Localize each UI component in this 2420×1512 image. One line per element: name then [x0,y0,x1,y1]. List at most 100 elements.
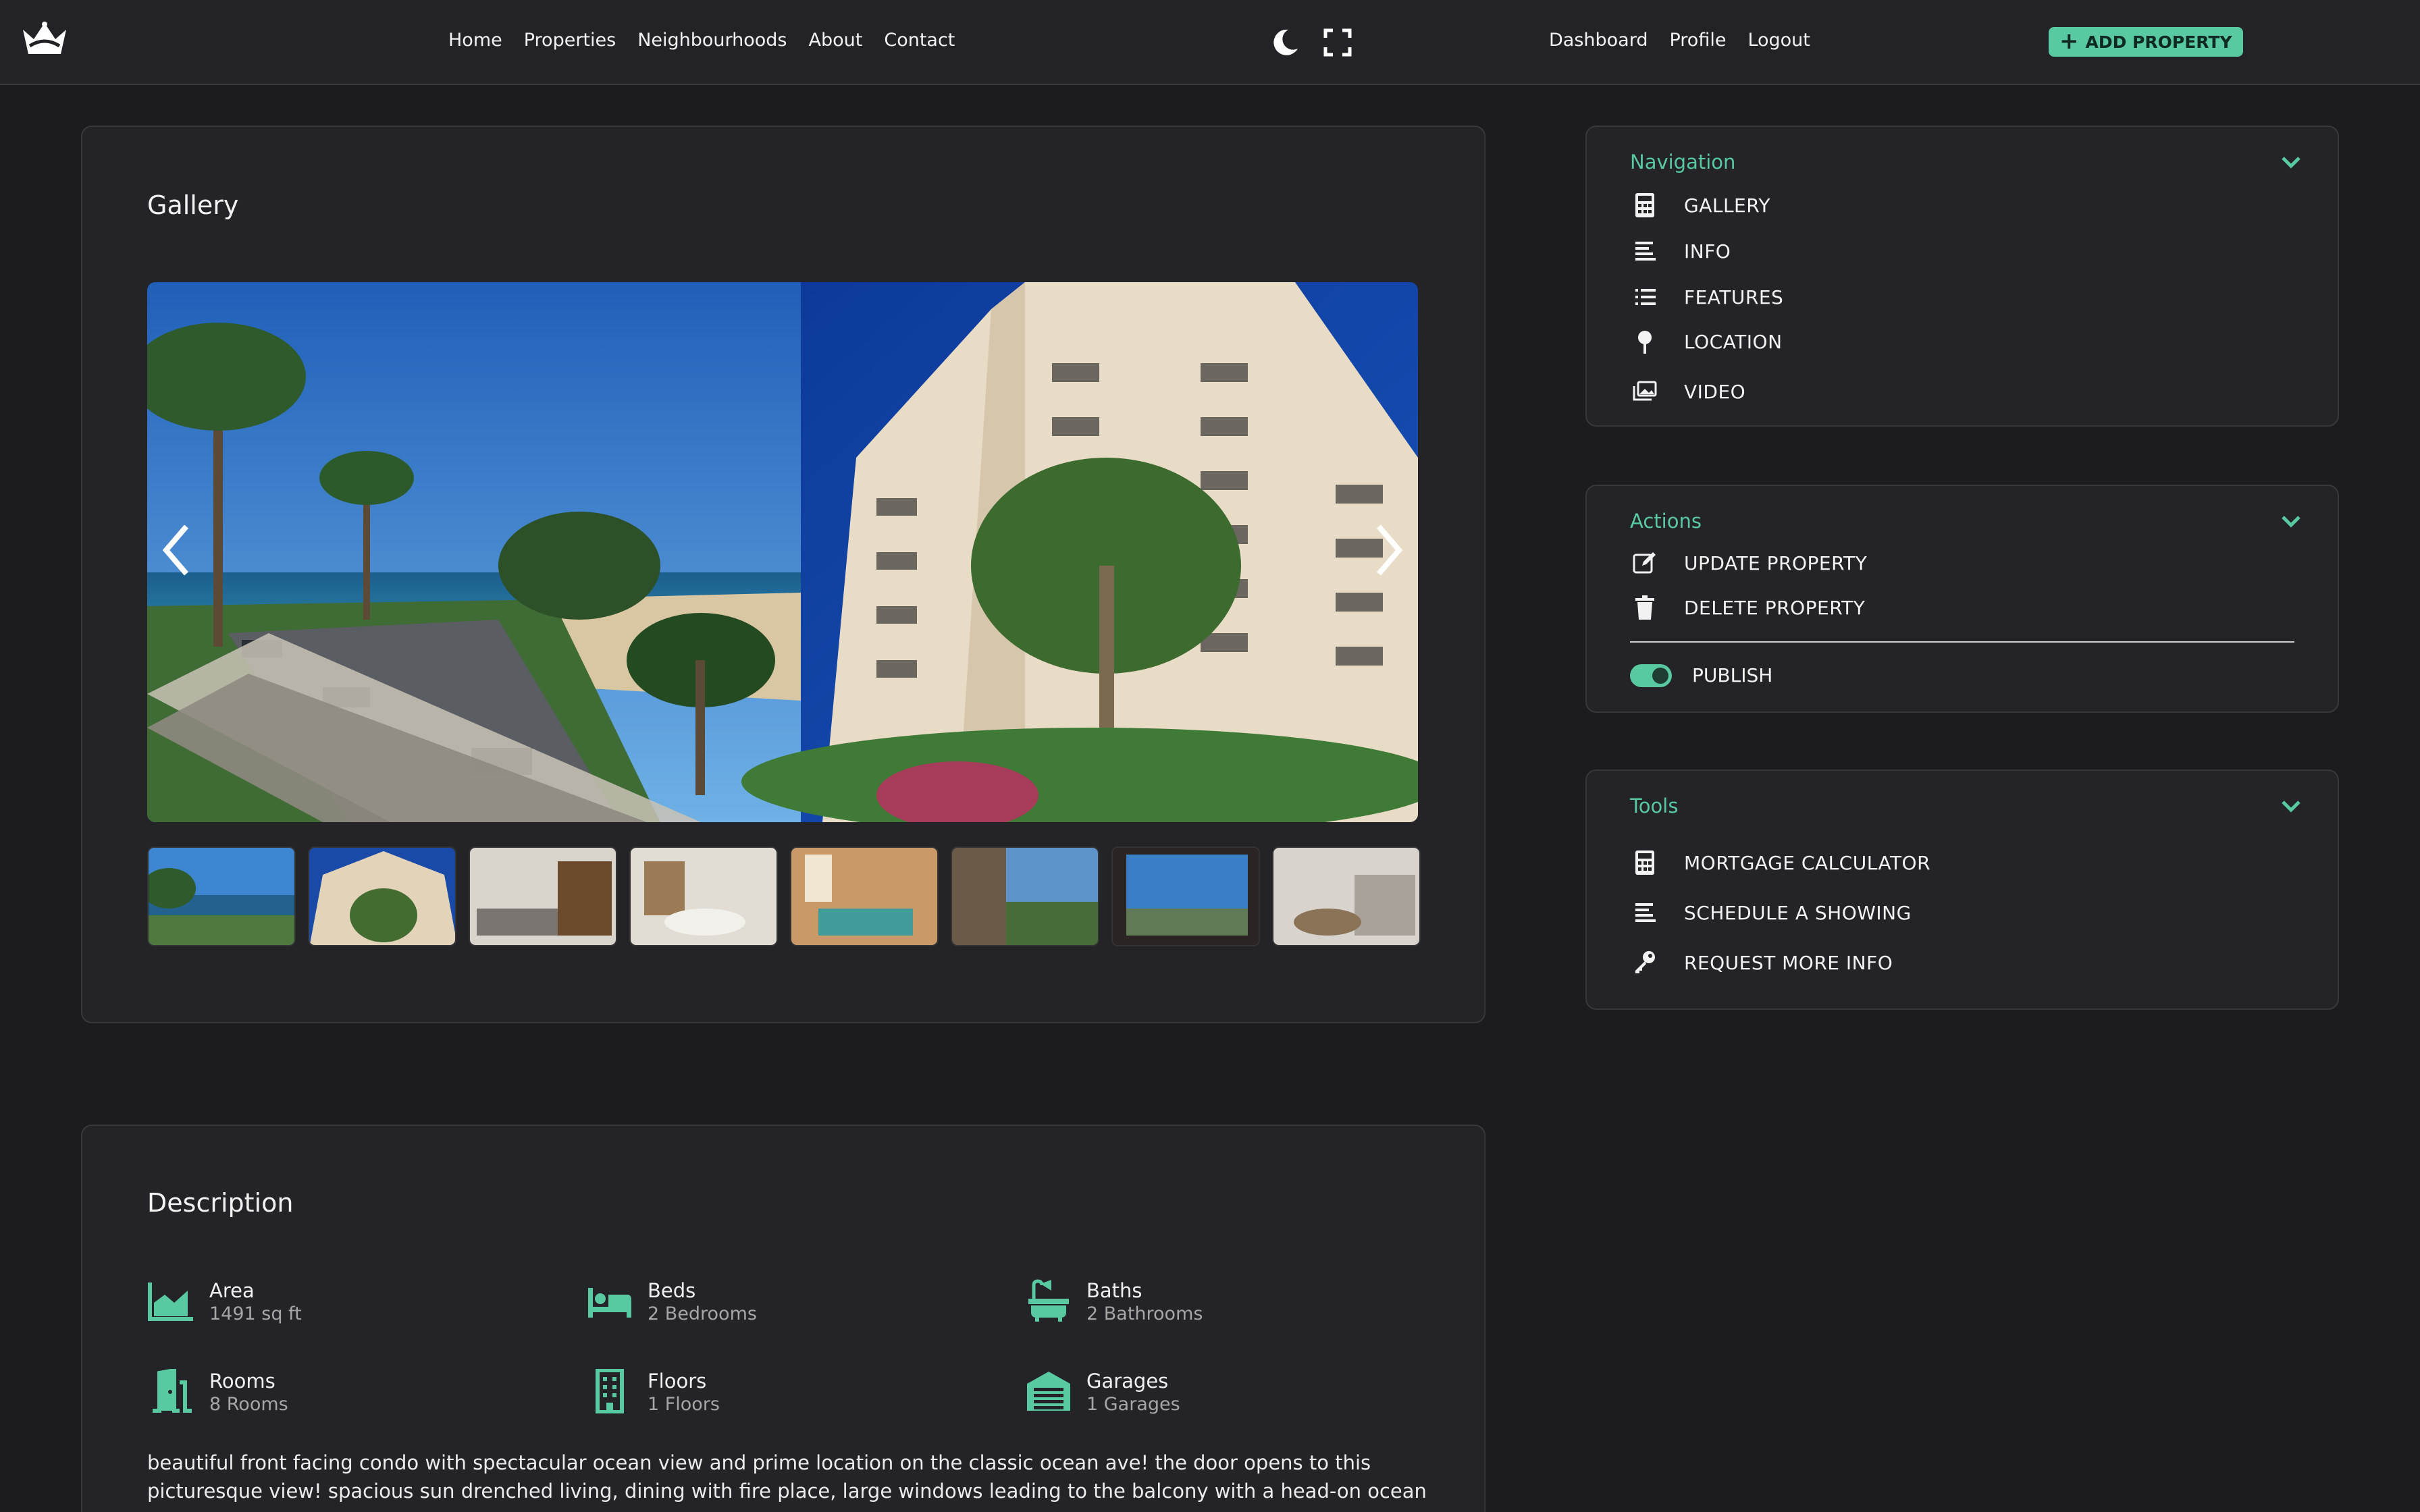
feature-rooms-name: Rooms [209,1370,275,1393]
nav-dashboard-link[interactable]: Dashboard [1549,30,1648,51]
feature-garages-name: Garages [1086,1370,1169,1393]
gallery-prev-arrow-icon[interactable] [157,520,197,580]
gallery-card: Gallery [81,126,1485,1023]
chevron-down-icon[interactable] [2281,514,2301,528]
update-property-label: UPDATE PROPERTY [1684,551,1868,574]
key-icon [1635,951,1655,973]
feature-baths-name: Baths [1086,1279,1142,1302]
actions-panel: Actions UPDATE PROPERTY DELETE PROPERTY … [1585,485,2339,713]
feature-rooms: Rooms 8 Rooms [147,1369,288,1416]
nav-neighbourhoods-link[interactable]: Neighbourhoods [637,30,787,51]
gallery-thumbnail[interactable] [1111,846,1260,946]
navigation-panel: Navigation GALLERY INFO FEATURES LOCATIO… [1585,126,2339,427]
delete-property-item[interactable]: DELETE PROPERTY [1630,593,1865,622]
chevron-down-icon[interactable] [2281,155,2301,169]
nav-home-link[interactable]: Home [448,30,502,51]
gallery-title: Gallery [147,190,239,220]
images-icon [1633,381,1657,401]
gallery-main-image[interactable] [147,282,1418,822]
request-info-item[interactable]: REQUEST MORE INFO [1630,948,1893,977]
nav-contact-link[interactable]: Contact [884,30,955,51]
building-icon [596,1369,624,1413]
mortgage-calculator-item[interactable]: MORTGAGE CALCULATOR [1630,848,1930,878]
add-property-button[interactable]: + ADD PROPERTY [2049,27,2243,57]
request-info-label: REQUEST MORE INFO [1684,951,1893,974]
feature-floors-name: Floors [648,1370,707,1393]
feature-area: Area 1491 sq ft [147,1278,302,1326]
gallery-thumbnail[interactable] [629,846,778,946]
top-navbar: Home Properties Neighbourhoods About Con… [0,0,2420,85]
navigation-panel-header[interactable]: Navigation [1630,148,2301,176]
gallery-thumbnails [147,846,1421,946]
feature-beds-name: Beds [648,1279,696,1302]
description-title: Description [147,1188,294,1218]
crown-icon[interactable] [20,19,69,59]
feature-beds: Beds 2 Bedrooms [585,1278,757,1326]
actions-divider [1630,641,2294,643]
list-icon [1635,289,1656,305]
nav-features-item[interactable]: FEATURES [1630,282,1783,312]
area-chart-icon [148,1282,193,1321]
actions-panel-header[interactable]: Actions [1630,508,2301,535]
feature-floors-value: 1 Floors [648,1394,720,1415]
nav-location-label: LOCATION [1684,330,1783,353]
nav-video-item[interactable]: VIDEO [1630,377,1745,406]
schedule-showing-label: SCHEDULE A SHOWING [1684,901,1912,924]
calculator-icon [1635,850,1654,875]
calculator-icon [1635,193,1654,217]
feature-baths-value: 2 Bathrooms [1086,1303,1203,1324]
garage-icon [1027,1372,1070,1411]
mortgage-calculator-label: MORTGAGE CALCULATOR [1684,851,1931,874]
nav-profile-link[interactable]: Profile [1669,30,1726,51]
nav-location-item[interactable]: LOCATION [1630,327,1783,356]
feature-rooms-value: 8 Rooms [209,1394,288,1415]
tools-panel-header[interactable]: Tools [1630,792,2301,819]
nav-logout-link[interactable]: Logout [1747,30,1810,51]
moon-icon[interactable] [1269,27,1300,58]
gallery-thumbnail[interactable] [951,846,1099,946]
feature-garages-value: 1 Garages [1086,1394,1180,1415]
feature-beds-value: 2 Bedrooms [648,1303,757,1324]
door-icon [153,1369,192,1413]
description-text: beautiful front facing condo with specta… [147,1451,1427,1503]
align-left-icon [1635,242,1656,261]
chevron-down-icon[interactable] [2281,799,2301,813]
feature-baths: Baths 2 Bathrooms [1024,1278,1203,1326]
nav-features-label: FEATURES [1684,286,1784,308]
gallery-thumbnail[interactable] [147,846,296,946]
tools-panel-title: Tools [1630,794,1679,817]
add-property-label: ADD PROPERTY [2085,32,2232,52]
nav-video-label: VIDEO [1684,380,1746,403]
gallery-thumbnail[interactable] [308,846,456,946]
pin-icon [1638,331,1652,354]
gallery-thumbnail[interactable] [1272,846,1421,946]
tools-panel: Tools MORTGAGE CALCULATOR SCHEDULE A SHO… [1585,770,2339,1010]
nav-about-link[interactable]: About [809,30,863,51]
update-property-item[interactable]: UPDATE PROPERTY [1630,548,1867,578]
nav-info-item[interactable]: INFO [1630,236,1731,266]
fullscreen-icon[interactable] [1323,28,1352,57]
nav-properties-link[interactable]: Properties [524,30,616,51]
nav-gallery-item[interactable]: GALLERY [1630,190,1770,220]
feature-area-name: Area [209,1279,255,1302]
gallery-thumbnail[interactable] [469,846,617,946]
bath-icon [1028,1279,1069,1322]
user-nav: Dashboard Profile Logout [1549,30,1810,51]
main-nav: Home Properties Neighbourhoods About Con… [448,30,955,51]
edit-icon [1633,552,1656,574]
bed-icon [588,1288,631,1318]
description-card: Description Area 1491 sq ft Beds 2 Bedro… [81,1125,1485,1512]
plus-icon: + [2059,27,2079,55]
feature-area-value: 1491 sq ft [209,1303,302,1324]
publish-toggle[interactable] [1630,664,1672,687]
nav-gallery-label: GALLERY [1684,194,1771,217]
gallery-next-arrow-icon[interactable] [1368,520,1409,580]
align-left-icon [1635,903,1656,922]
nav-info-label: INFO [1684,240,1731,263]
gallery-thumbnail[interactable] [790,846,939,946]
schedule-showing-item[interactable]: SCHEDULE A SHOWING [1630,898,1912,927]
feature-garages: Garages 1 Garages [1024,1369,1180,1416]
delete-property-label: DELETE PROPERTY [1684,596,1866,619]
trash-icon [1635,595,1654,620]
feature-floors: Floors 1 Floors [585,1369,720,1416]
